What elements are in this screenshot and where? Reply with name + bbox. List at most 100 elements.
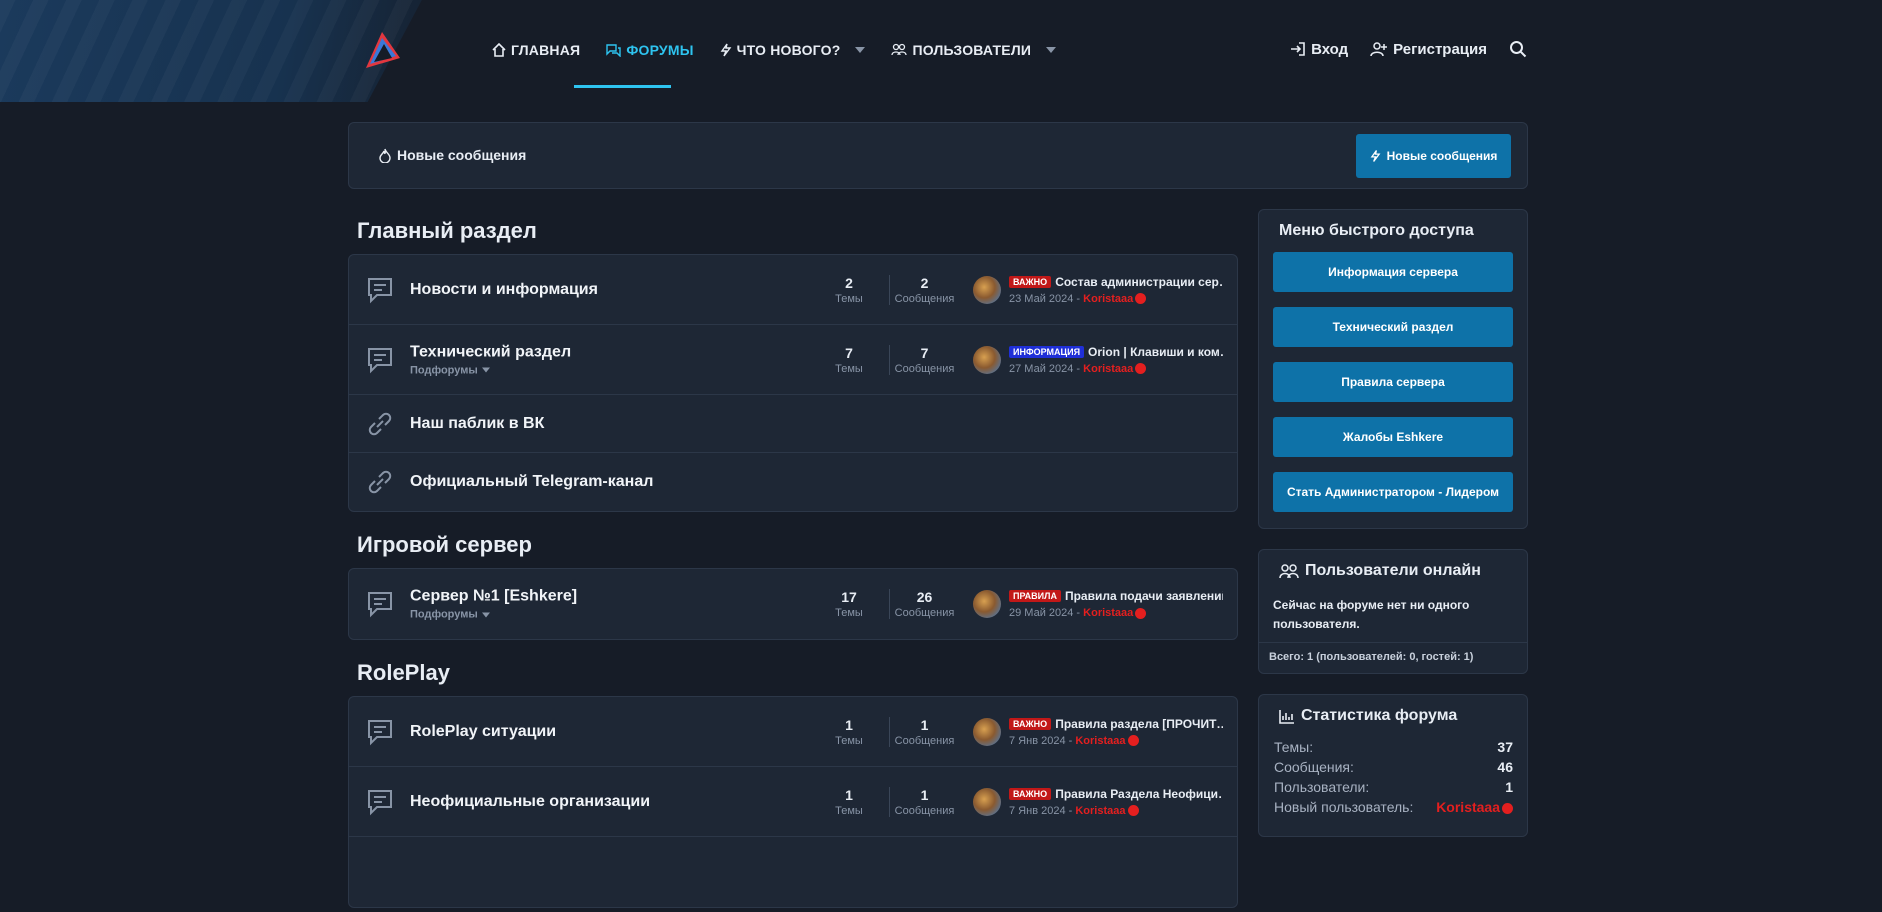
- forum-title[interactable]: Сервер №1 [Eshkere]: [410, 588, 577, 606]
- stat-row-threads: Темы: 37: [1274, 739, 1513, 755]
- forum-title[interactable]: Новости и информация: [410, 281, 598, 299]
- last-post: ВАЖНО Состав администрации сер… 23 Май 20…: [973, 275, 1223, 305]
- nav-forums[interactable]: ФОРУМЫ: [606, 40, 693, 60]
- category-forums: Сервер №1 [Eshkere] Подфорумы 17 Темы 26 Со…: [348, 568, 1238, 640]
- forum-row[interactable]: Технический раздел Подфорумы 7 Темы 7 Сообщ…: [349, 325, 1237, 395]
- forum-row[interactable]: Неофициальные организации 1 Темы 1 Сообщен…: [349, 767, 1237, 837]
- last-post-title[interactable]: ВАЖНО Правила Раздела Неофици…: [1009, 787, 1223, 801]
- last-post-title[interactable]: ИНФОРМАЦИЯ Orion | Клавиши и ком…: [1009, 345, 1223, 359]
- new-posts-button-label: Новые сообщения: [1386, 149, 1498, 163]
- forum-row[interactable]: Новости и информация 2 Темы 2 Сообщения ВА…: [349, 255, 1237, 325]
- prefix-badge: ВАЖНО: [1009, 717, 1052, 730]
- quick-tech-section-button[interactable]: Технический раздел: [1273, 307, 1513, 347]
- username-link[interactable]: Koristaaa: [1075, 805, 1125, 817]
- quick-access-menu: Меню быстрого доступа Информация сервера…: [1258, 209, 1528, 529]
- quick-complaints-button[interactable]: Жалобы Eshkere: [1273, 417, 1513, 457]
- prefix-badge: ВАЖНО: [1009, 787, 1052, 800]
- login-link[interactable]: Вход: [1290, 41, 1348, 58]
- last-post-meta: 27 Май 2024 - Koristaaa: [1009, 363, 1223, 375]
- last-post: ВАЖНО Правила Раздела Неофици… 7 Янв 2024…: [973, 787, 1223, 817]
- quick-server-rules-button[interactable]: Правила сервера: [1273, 362, 1513, 402]
- forum-chat-icon: [368, 347, 392, 373]
- main-nav: ГЛАВНАЯ ФОРУМЫ ЧТО НОВОГО? ПОЛЬЗОВАТЕЛИ: [492, 40, 1057, 60]
- search-button[interactable]: [1509, 40, 1527, 58]
- link-title[interactable]: Наш паблик в ВК: [410, 415, 544, 433]
- last-post-title[interactable]: ВАЖНО Правила раздела [ПРОЧИТ…: [1009, 717, 1223, 731]
- site-logo[interactable]: [360, 28, 404, 72]
- thread-count: 1 Темы: [835, 786, 863, 817]
- subforums-toggle[interactable]: Подфорумы: [410, 364, 571, 376]
- category-game-server: Игровой сервер Сервер №1 [Eshkere] Подфор…: [348, 524, 1238, 640]
- search-icon: [1510, 41, 1527, 58]
- quick-become-admin-button[interactable]: Стать Администратором - Лидером: [1273, 472, 1513, 512]
- forum-row[interactable]: Наш паблик в ВК: [349, 395, 1237, 453]
- nav-whats-new[interactable]: ЧТО НОВОГО?: [720, 40, 866, 60]
- account-nav: Вход Регистрация: [1290, 40, 1527, 58]
- verified-icon: [1502, 802, 1513, 814]
- last-post-meta: 7 Янв 2024 - Koristaaa: [1009, 805, 1223, 817]
- active-tab-indicator: [574, 85, 671, 88]
- stat-row-users: Пользователи: 1: [1274, 779, 1513, 795]
- category-forums: Новости и информация 2 Темы 2 Сообщения ВА…: [348, 254, 1238, 512]
- last-post-meta: 29 Май 2024 - Koristaaa: [1009, 607, 1223, 619]
- new-posts-bar: Новые сообщения Новые сообщения: [348, 122, 1528, 189]
- forum-row[interactable]: Сервер №1 [Eshkere] Подфорумы 17 Темы 26 Со…: [349, 569, 1237, 639]
- forum-row-partial[interactable]: [349, 837, 1237, 907]
- nav-users-label: ПОЛЬЗОВАТЕЛИ: [912, 42, 1032, 58]
- link-icon: [368, 470, 392, 494]
- forum-row[interactable]: RolePlay ситуации 1 Темы 1 Сообщения ВАЖНО…: [349, 697, 1237, 767]
- forum-row[interactable]: Официальный Telegram-канал: [349, 453, 1237, 511]
- username-link[interactable]: Koristaaa: [1083, 293, 1133, 305]
- forum-title[interactable]: Технический раздел: [410, 343, 571, 361]
- nav-home-label: ГЛАВНАЯ: [511, 42, 581, 58]
- add-user-icon: [1370, 42, 1388, 57]
- stat-row-newest-user: Новый пользователь: Koristaaa: [1274, 799, 1513, 815]
- new-posts-button[interactable]: Новые сообщения: [1356, 134, 1511, 178]
- avatar[interactable]: [973, 590, 1001, 618]
- forum-title[interactable]: Неофициальные организации: [410, 793, 650, 811]
- forum-title[interactable]: RolePlay ситуации: [410, 723, 556, 741]
- last-post-title[interactable]: ВАЖНО Состав администрации сер…: [1009, 275, 1223, 289]
- username-link[interactable]: Koristaaa: [1075, 735, 1125, 747]
- register-link[interactable]: Регистрация: [1370, 41, 1487, 58]
- new-posts-label[interactable]: Новые сообщения: [379, 147, 526, 163]
- nav-home[interactable]: ГЛАВНАЯ: [492, 40, 580, 60]
- prefix-badge: ПРАВИЛА: [1009, 590, 1061, 602]
- category-title[interactable]: RolePlay: [348, 652, 1238, 696]
- verified-icon: [1127, 735, 1139, 747]
- last-post-title[interactable]: ПРАВИЛА Правила подачи заявлений: [1009, 589, 1223, 603]
- chevron-down-icon[interactable]: [855, 47, 866, 53]
- nav-users[interactable]: ПОЛЬЗОВАТЕЛИ: [891, 40, 1057, 60]
- chevron-down-icon[interactable]: [1046, 47, 1057, 53]
- forum-chat-icon: [368, 277, 392, 303]
- thread-count: 17 Темы: [835, 589, 863, 619]
- nav-forums-label: ФОРУМЫ: [626, 42, 694, 58]
- avatar[interactable]: [973, 275, 1001, 304]
- thread-count: 1 Темы: [835, 716, 863, 747]
- category-main: Главный раздел Новости и информация 2 Тем…: [348, 210, 1238, 512]
- username-link[interactable]: Koristaaa: [1436, 799, 1500, 815]
- subforums-toggle[interactable]: Подфорумы: [410, 609, 577, 621]
- quick-server-info-button[interactable]: Информация сервера: [1273, 252, 1513, 292]
- avatar[interactable]: [973, 787, 1001, 816]
- online-totals: Всего: 1 (пользователей: 0, гостей: 1): [1259, 642, 1527, 671]
- quick-access-title: Меню быстрого доступа: [1279, 222, 1474, 239]
- verified-icon: [1135, 363, 1147, 375]
- category-title[interactable]: Главный раздел: [348, 210, 1238, 254]
- stat-row-posts: Сообщения: 46: [1274, 759, 1513, 775]
- verified-icon: [1135, 293, 1147, 305]
- avatar[interactable]: [973, 717, 1001, 746]
- chevron-down-icon: [481, 612, 490, 617]
- last-post-meta: 7 Янв 2024 - Koristaaa: [1009, 735, 1223, 747]
- category-title[interactable]: Игровой сервер: [348, 524, 1238, 568]
- users-icon: [891, 43, 908, 56]
- login-icon: [1291, 42, 1305, 56]
- thread-count: 7 Темы: [835, 344, 863, 375]
- username-link[interactable]: Koristaaa: [1083, 363, 1133, 375]
- online-users-widget: Пользователи онлайн Сейчас на форуме нет…: [1258, 549, 1528, 674]
- new-posts-text: Новые сообщения: [397, 147, 527, 163]
- avatar[interactable]: [973, 345, 1001, 374]
- username-link[interactable]: Koristaaa: [1083, 607, 1133, 619]
- link-title[interactable]: Официальный Telegram-канал: [410, 473, 653, 491]
- online-users-title[interactable]: Пользователи онлайн: [1259, 550, 1527, 588]
